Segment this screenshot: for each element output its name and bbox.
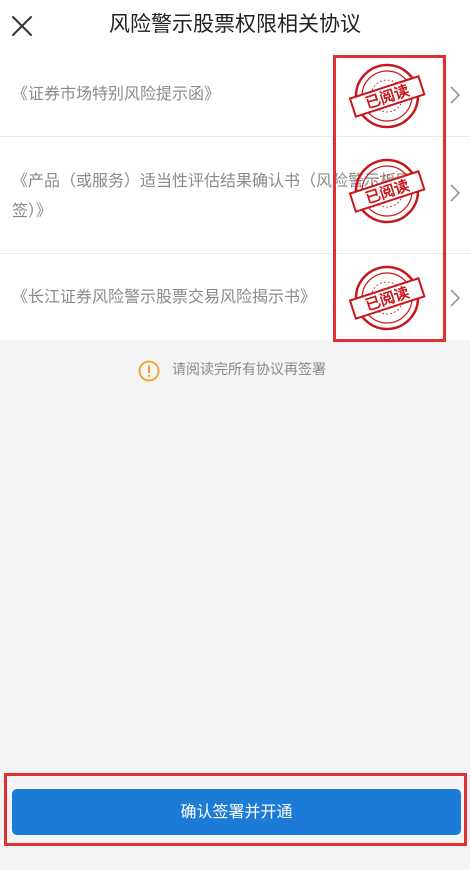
read-stamp: 已阅读 xyxy=(347,62,427,130)
read-stamp: 已阅读 xyxy=(347,264,427,332)
read-stamp: 已阅读 xyxy=(347,157,427,225)
notice-text: 请阅读完所有协议再签署 xyxy=(172,362,326,378)
chevron-right-icon xyxy=(450,86,461,104)
confirm-sign-button[interactable]: 确认签署并开通 xyxy=(12,789,461,835)
chevron-right-icon xyxy=(450,184,461,202)
chevron-right-icon xyxy=(450,289,461,307)
header: 风险警示股票权限相关协议 xyxy=(0,0,470,52)
agreement-list: 《证券市场特别风险提示函》 已阅读 《产品（或服务）适当性评估结果确认书（风险警… xyxy=(0,52,470,340)
agreement-item-risk-notice[interactable]: 《证券市场特别风险提示函》 已阅读 xyxy=(0,52,470,137)
agreement-item-risk-disclosure[interactable]: 《长江证券风险警示股票交易风险揭示书》 已阅读 xyxy=(0,254,470,340)
close-icon xyxy=(12,16,32,36)
close-button[interactable] xyxy=(6,10,38,42)
agreement-item-suitability[interactable]: 《产品（或服务）适当性评估结果确认书（风险警示板网签）》 已阅读 xyxy=(0,137,470,254)
page-title: 风险警示股票权限相关协议 xyxy=(109,12,361,36)
warning-circle-icon xyxy=(138,360,160,382)
